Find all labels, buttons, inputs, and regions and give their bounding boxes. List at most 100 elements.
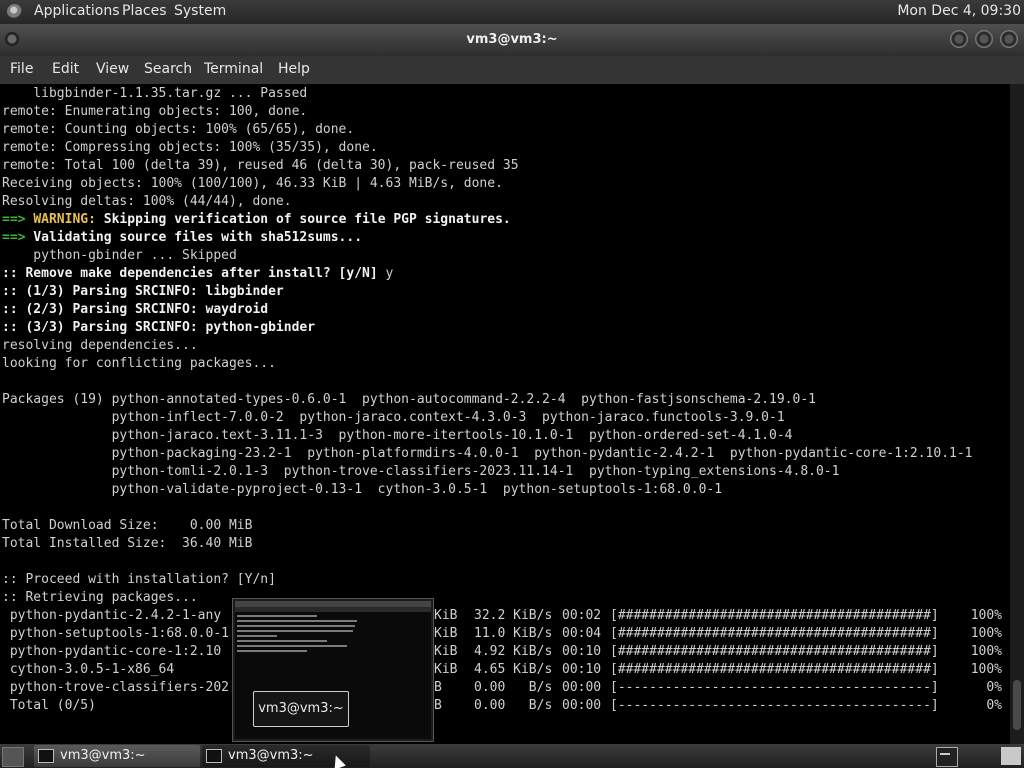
menu-file[interactable]: File xyxy=(10,61,33,77)
download-name: Total (0/5) xyxy=(2,698,96,713)
terminal-line: python-tomli-2.0.1-3 python-trove-classi… xyxy=(2,463,840,481)
download-pct: 100% xyxy=(970,626,1002,641)
menu-terminal[interactable]: Terminal xyxy=(204,61,263,77)
workspace-switcher[interactable] xyxy=(1001,747,1021,765)
terminal-text: Skipping verification of source file PGP… xyxy=(95,212,511,227)
gnome-foot-icon[interactable] xyxy=(7,4,22,19)
download-size: KiB xyxy=(434,644,458,659)
clock[interactable]: Mon Dec 4, 09:30 xyxy=(897,3,1021,19)
terminal-text: resolving dependencies... xyxy=(2,338,198,353)
download-pct: 100% xyxy=(970,644,1002,659)
terminal-text: python-jaraco.text-3.11.1-3 python-more-… xyxy=(2,428,793,443)
window-titlebar[interactable]: vm3@vm3:~ xyxy=(0,24,1024,56)
download-rate: 11.0 KiB/s xyxy=(474,626,553,641)
taskbar-item[interactable]: vm3@vm3:~ xyxy=(34,745,200,767)
tray-terminal-icon[interactable] xyxy=(936,747,958,767)
bottom-panel: vm3@vm3:~ vm3@vm3:~ xyxy=(0,744,1024,768)
download-bar: [#######################################… xyxy=(610,608,939,623)
terminal-output[interactable]: libgbinder-1.1.35.tar.gz ... Passed remot… xyxy=(0,84,1010,744)
terminal-text: Total Installed Size: 36.40 MiB xyxy=(2,536,253,551)
terminal-line: remote: Compressing objects: 100% (35/35… xyxy=(2,139,378,157)
terminal-line: :: (1/3) Parsing SRCINFO: libgbinder xyxy=(2,283,284,301)
download-pct: 100% xyxy=(970,608,1002,623)
download-pct: 100% xyxy=(970,662,1002,677)
terminal-text: ==> xyxy=(2,230,34,245)
places-menu[interactable]: Places xyxy=(122,3,167,19)
terminal-icon xyxy=(206,749,222,763)
download-name: python-trove-classifiers-202 xyxy=(2,680,229,695)
window-switcher-popup: vm3@vm3:~ xyxy=(232,598,434,742)
show-desktop-icon[interactable] xyxy=(2,747,24,767)
download-time: 00:10 xyxy=(562,644,602,659)
terminal-text: ==> xyxy=(2,212,34,227)
terminal-text: :: (1/3) Parsing SRCINFO: libgbinder xyxy=(2,284,284,299)
terminal-text: Validating source files with sha512sums.… xyxy=(33,230,363,245)
terminal-text: remote: Compressing objects: 100% (35/35… xyxy=(2,140,378,155)
terminal-text: remote: Counting objects: 100% (65/65), … xyxy=(2,122,355,137)
switcher-label: vm3@vm3:~ xyxy=(253,691,349,727)
scrollbar-thumb[interactable] xyxy=(1013,680,1021,730)
terminal-line: Resolving deltas: 100% (44/44), done. xyxy=(2,193,292,211)
terminal-line: remote: Counting objects: 100% (65/65), … xyxy=(2,121,354,139)
menu-search[interactable]: Search xyxy=(144,61,192,77)
menu-edit[interactable]: Edit xyxy=(52,61,79,77)
download-name: python-setuptools-1:68.0.0-1 xyxy=(2,626,229,641)
download-size: KiB xyxy=(434,626,458,641)
download-rate: 0.00 B/s xyxy=(474,680,553,695)
terminal-icon xyxy=(38,749,54,763)
download-rate: 32.2 KiB/s xyxy=(474,608,553,623)
download-time: 00:04 xyxy=(562,626,602,641)
download-size: B xyxy=(434,680,442,695)
terminal-text: :: Proceed with installation? [Y/n] xyxy=(2,572,276,587)
download-rate: 0.00 B/s xyxy=(474,698,553,713)
terminal-text: Receiving objects: 100% (100/100), 46.33… xyxy=(2,176,503,191)
terminal-text: Packages (19) python-annotated-types-0.6… xyxy=(2,392,816,407)
terminal-line: python-gbinder ... Skipped xyxy=(2,247,237,265)
download-rate: 4.65 KiB/s xyxy=(474,662,553,677)
download-bar: [#######################################… xyxy=(610,626,939,641)
menubar: File Edit View Search Terminal Help xyxy=(0,56,1024,84)
download-bar: [---------------------------------------… xyxy=(610,698,939,713)
close-button[interactable] xyxy=(1000,30,1018,48)
minimize-button[interactable] xyxy=(950,30,968,48)
terminal-line: libgbinder-1.1.35.tar.gz ... Passed xyxy=(2,85,307,103)
terminal-text: python-packaging-23.2-1 python-platformd… xyxy=(2,446,973,461)
terminal-text: WARNING: xyxy=(33,212,96,227)
terminal-text: :: (2/3) Parsing SRCINFO: waydroid xyxy=(2,302,269,317)
terminal-line: python-packaging-23.2-1 python-platformd… xyxy=(2,445,973,463)
terminal-line: remote: Enumerating objects: 100, done. xyxy=(2,103,307,121)
maximize-button[interactable] xyxy=(975,30,993,48)
taskbar-item-label: vm3@vm3:~ xyxy=(228,748,314,763)
terminal-text: remote: Total 100 (delta 39), reused 46 … xyxy=(2,158,519,173)
scrollbar[interactable] xyxy=(1010,84,1024,744)
taskbar-item-label: vm3@vm3:~ xyxy=(60,748,146,763)
system-menu[interactable]: System xyxy=(174,3,226,19)
terminal-line: Packages (19) python-annotated-types-0.6… xyxy=(2,391,816,409)
download-name: cython-3.0.5-1-x86_64 xyxy=(2,662,175,677)
menu-help[interactable]: Help xyxy=(278,61,310,77)
terminal-line: python-jaraco.text-3.11.1-3 python-more-… xyxy=(2,427,793,445)
download-name: python-pydantic-2.4.2-1-any xyxy=(2,608,222,623)
terminal-text: :: Retrieving packages... xyxy=(2,590,198,605)
terminal-line: ==> WARNING: Skipping verification of so… xyxy=(2,211,511,229)
terminal-text: Resolving deltas: 100% (44/44), done. xyxy=(2,194,292,209)
download-time: 00:02 xyxy=(562,608,602,623)
terminal-line: Receiving objects: 100% (100/100), 46.33… xyxy=(2,175,503,193)
terminal-line: resolving dependencies... xyxy=(2,337,198,355)
terminal-line: looking for conflicting packages... xyxy=(2,355,276,373)
download-bar: [#######################################… xyxy=(610,662,939,677)
terminal-line: remote: Total 100 (delta 39), reused 46 … xyxy=(2,157,519,175)
terminal-line: :: Retrieving packages... xyxy=(2,589,198,607)
terminal-line: python-validate-pyproject-0.13-1 cython-… xyxy=(2,481,723,499)
download-bar: [#######################################… xyxy=(610,644,939,659)
applications-menu[interactable]: Applications xyxy=(34,3,120,19)
terminal-line: Total Installed Size: 36.40 MiB xyxy=(2,535,252,553)
menu-view[interactable]: View xyxy=(96,61,129,77)
download-size: KiB xyxy=(434,608,458,623)
terminal-text: libgbinder-1.1.35.tar.gz ... Passed xyxy=(2,86,308,101)
terminal-line: python-inflect-7.0.0-2 python-jaraco.con… xyxy=(2,409,785,427)
terminal-text: remote: Enumerating objects: 100, done. xyxy=(2,104,308,119)
terminal-line: Total Download Size: 0.00 MiB xyxy=(2,517,252,535)
download-time: 00:00 xyxy=(562,680,602,695)
terminal-text: y xyxy=(377,266,394,281)
